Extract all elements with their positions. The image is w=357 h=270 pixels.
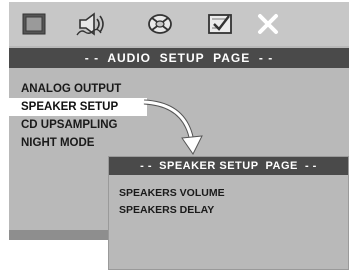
speaker-setup-menu: SPEAKERS VOLUME SPEAKERS DELAY <box>119 185 225 219</box>
curved-arrow-icon <box>143 99 203 155</box>
menu-item-speakers-delay[interactable]: SPEAKERS DELAY <box>119 202 225 219</box>
monitor-icon[interactable] <box>19 10 49 38</box>
screen: - - AUDIO SETUP PAGE - - ANALOG OUTPUT S… <box>0 0 357 270</box>
speaker-setup-panel: - - SPEAKER SETUP PAGE - - SPEAKERS VOLU… <box>108 156 349 270</box>
menu-item-analog-output[interactable]: ANALOG OUTPUT <box>9 80 209 98</box>
preference-check-icon[interactable] <box>205 10 235 38</box>
speaker-setup-title: - - SPEAKER SETUP PAGE - - <box>109 157 348 175</box>
close-icon[interactable] <box>253 10 283 38</box>
setup-icon-bar <box>9 2 349 46</box>
panel-footer-band <box>9 230 109 240</box>
dolby-disc-icon[interactable] <box>145 10 175 38</box>
menu-item-speaker-setup[interactable]: SPEAKER SETUP <box>9 98 147 116</box>
menu-item-speakers-volume[interactable]: SPEAKERS VOLUME <box>119 185 225 202</box>
audio-setup-title: - - AUDIO SETUP PAGE - - <box>9 48 349 68</box>
speaker-sound-icon[interactable] <box>75 10 109 38</box>
